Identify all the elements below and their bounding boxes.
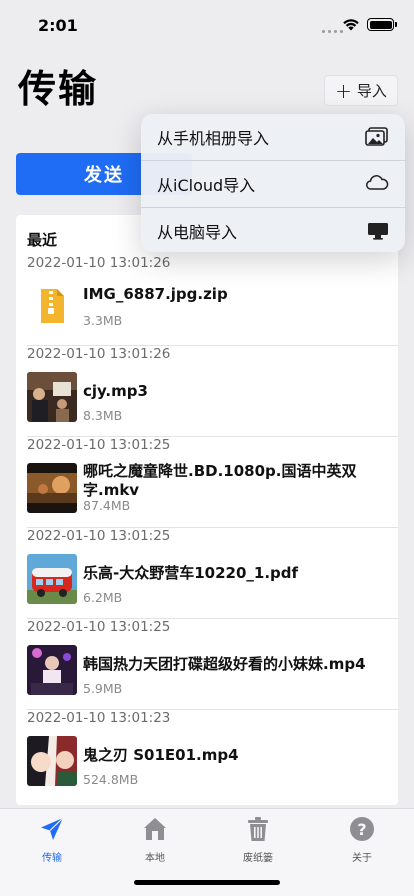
- file-name: 韩国热力天团打碟超级好看的小妹妹.mp4: [83, 655, 366, 673]
- list-item[interactable]: 2022-01-10 13:01:25 韩国热力天团打碟超级好看的小妹妹.mp4…: [16, 619, 398, 710]
- red-van-photo: [27, 554, 77, 604]
- file-size: 8.3MB: [83, 408, 123, 423]
- tab-label: 本地: [145, 853, 165, 864]
- file-name: 乐高-大众野营车10220_1.pdf: [83, 564, 299, 582]
- list-item[interactable]: 2022-01-10 13:01:23 鬼之刃 S01E01.mp4 524.8…: [16, 710, 398, 801]
- file-size: 524.8MB: [83, 772, 139, 787]
- tab-about[interactable]: ? 关于: [332, 815, 392, 864]
- photo-library-icon: [365, 127, 388, 146]
- movie-thumbnail: [27, 463, 77, 513]
- trash-icon: [248, 817, 268, 841]
- desktop-icon: [368, 223, 388, 240]
- file-size: 5.9MB: [83, 681, 123, 696]
- file-date: 2022-01-10 13:01:25: [27, 528, 171, 544]
- file-size: 87.4MB: [83, 498, 131, 513]
- menu-item-label: 从电脑导入: [157, 223, 238, 242]
- list-item[interactable]: 2022-01-10 13:01:25 乐高-大众野营车10220_1.pdf …: [16, 528, 398, 619]
- file-name: IMG_6887.jpg.zip: [83, 285, 228, 303]
- list-item[interactable]: 2022-01-10 13:01:25 哪吒之魔童降世.BD.1080p.国语中…: [16, 437, 398, 528]
- menu-item-icloud[interactable]: 从iCloud导入: [141, 161, 405, 207]
- file-name: 哪吒之魔童降世.BD.1080p.国语中英双字.mkv: [83, 462, 357, 499]
- tab-local[interactable]: 本地: [125, 815, 185, 864]
- menu-item-label: 从手机相册导入: [157, 129, 270, 148]
- concert-photo: [27, 372, 77, 422]
- file-date: 2022-01-10 13:01:25: [27, 437, 171, 453]
- question-icon: ?: [350, 817, 374, 841]
- file-name: 鬼之刃 S01E01.mp4: [83, 746, 239, 764]
- status-dots: [322, 30, 343, 33]
- import-button[interactable]: + 导入: [324, 75, 398, 106]
- file-size: 6.2MB: [83, 590, 123, 605]
- import-label: 导入: [356, 82, 387, 100]
- menu-item-computer[interactable]: 从电脑导入: [141, 208, 405, 252]
- paper-plane-icon: [41, 817, 64, 840]
- status-bar: 2:01: [0, 0, 414, 50]
- import-dropdown-menu: 从手机相册导入 从iCloud导入 从电脑导入: [141, 114, 405, 252]
- menu-item-photo-library[interactable]: 从手机相册导入: [141, 114, 405, 160]
- section-title: 最近: [27, 231, 58, 249]
- home-indicator: [134, 880, 280, 885]
- file-date: 2022-01-10 13:01:25: [27, 619, 171, 635]
- zip-file-icon: [27, 281, 77, 331]
- wifi-icon: [343, 19, 359, 31]
- tab-transfer[interactable]: 传输: [22, 815, 82, 864]
- file-size: 3.3MB: [83, 313, 123, 328]
- cloud-icon: [366, 175, 389, 190]
- page-title: 传输: [18, 67, 99, 111]
- svg-text:?: ?: [357, 820, 366, 839]
- status-time: 2:01: [38, 16, 78, 35]
- file-name: cjy.mp3: [83, 382, 148, 400]
- file-date: 2022-01-10 13:01:26: [27, 255, 171, 271]
- tab-trash[interactable]: 废纸篓: [228, 815, 288, 864]
- home-icon: [144, 818, 166, 840]
- list-item[interactable]: 2022-01-10 13:01:26 cjy.mp3 8.3MB: [16, 346, 398, 437]
- dj-performance-photo: [27, 645, 77, 695]
- file-date: 2022-01-10 13:01:26: [27, 346, 171, 362]
- tab-label: 传输: [42, 853, 62, 864]
- tab-label: 关于: [352, 853, 372, 864]
- menu-item-label: 从iCloud导入: [157, 176, 256, 195]
- anime-thumbnail: [27, 736, 77, 786]
- plus-icon: +: [335, 78, 352, 103]
- file-date: 2022-01-10 13:01:23: [27, 710, 171, 726]
- tab-label: 废纸篓: [243, 853, 273, 864]
- list-item[interactable]: 2022-01-10 13:01:26 IMG_6887.jpg.zip 3.3…: [16, 255, 398, 346]
- battery-icon: [367, 18, 397, 31]
- recent-list: 最近 2022-01-10 13:01:26 IMG_6887.jpg.zip …: [16, 215, 398, 805]
